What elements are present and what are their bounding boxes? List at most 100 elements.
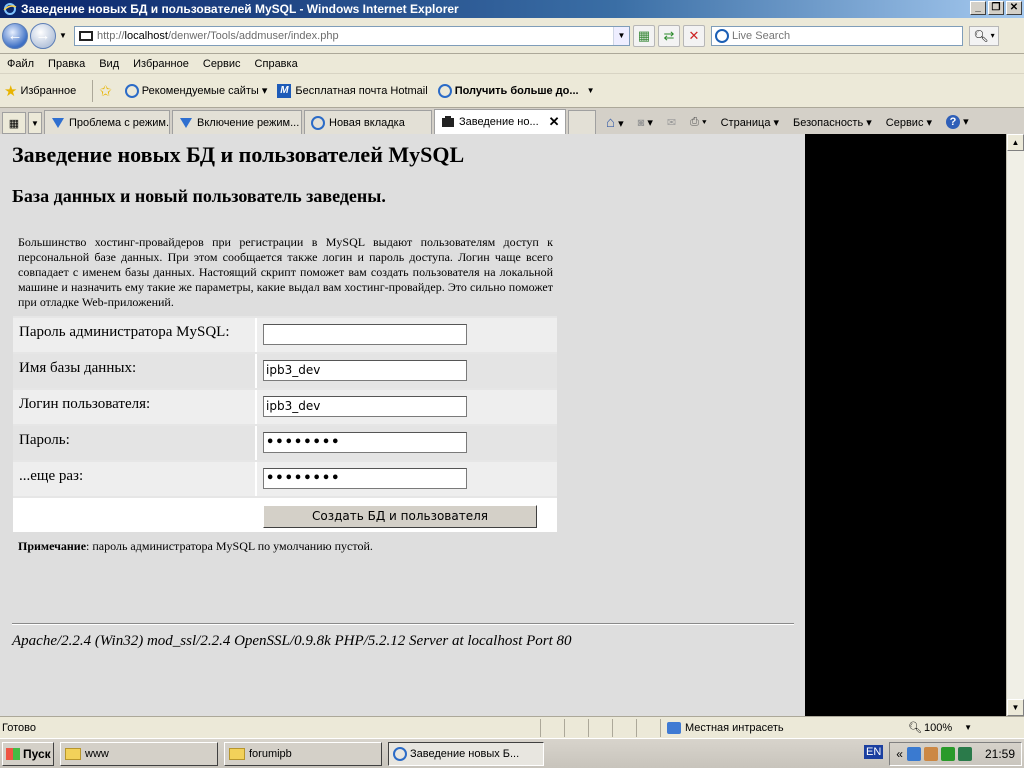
scroll-down-button[interactable]: ▼ xyxy=(1007,699,1024,716)
form-row: Логин пользователя: ipb3_dev xyxy=(13,388,557,424)
close-tab-icon[interactable]: ✕ xyxy=(549,114,560,130)
favorites-button[interactable]: ★ Избранное xyxy=(4,82,76,100)
tab-bar: ▦ ▼ Проблема с режим... Включение режим.… xyxy=(0,108,1024,134)
vertical-scrollbar[interactable]: ▲ ▼ xyxy=(1006,134,1024,716)
refresh-button[interactable]: ⇄ xyxy=(658,24,680,47)
print-button[interactable]: ⎙ ▾ xyxy=(690,116,707,129)
ie-page-icon xyxy=(311,115,325,130)
quick-tabs-button[interactable]: ▦ xyxy=(2,112,26,134)
page-title: Заведение новых БД и пользователей MySQL xyxy=(12,142,465,167)
user-form: Пароль администратора MySQL: Имя базы да… xyxy=(13,316,557,532)
address-url: http://localhost/denwer/Tools/addmuser/i… xyxy=(97,29,339,42)
antivirus-icon[interactable] xyxy=(940,747,955,761)
tools-menu-button[interactable]: Сервис ▾ xyxy=(886,116,932,129)
user-login-field[interactable]: ipb3_dev xyxy=(263,396,467,417)
form-row: Пароль администратора MySQL: xyxy=(13,316,557,352)
password-field[interactable]: •••••••• xyxy=(263,432,467,453)
menu-bar: Файл Правка Вид Избранное Сервис Справка xyxy=(0,54,1024,74)
stop-icon: ✕ xyxy=(688,27,700,43)
note-text: Примечание: пароль администратора MySQL … xyxy=(18,539,373,553)
chevron-down-icon: ▼ xyxy=(31,118,39,128)
search-box[interactable] xyxy=(711,25,963,46)
page-menu-button[interactable]: Страница ▾ xyxy=(721,116,779,129)
menu-tools[interactable]: Сервис xyxy=(203,58,241,70)
empty-label-cell xyxy=(13,498,257,532)
taskbar-item-forumipb[interactable]: forumipb xyxy=(224,741,382,766)
taskbar-item-www[interactable]: www xyxy=(60,741,218,766)
menu-view[interactable]: Вид xyxy=(99,58,119,70)
page-subtitle: База данных и новый пользователь заведен… xyxy=(12,186,386,206)
tab-current[interactable]: Заведение но... ✕ xyxy=(434,109,566,134)
add-favorite-button[interactable]: ✩ xyxy=(99,82,115,100)
maximize-button[interactable]: ❐ xyxy=(988,1,1004,15)
mail-button[interactable]: ✉ xyxy=(667,116,676,129)
search-button[interactable]: 🔍︎ ▾ xyxy=(969,25,999,46)
status-panel xyxy=(564,718,588,737)
safety-menu-button[interactable]: Безопасность ▾ xyxy=(793,116,872,129)
mail-icon: ✉ xyxy=(666,116,677,129)
feeds-button[interactable]: ◙ ▾ xyxy=(638,116,653,129)
create-db-user-button[interactable]: Создать БД и пользователя xyxy=(263,505,537,528)
home-icon: ⌂ xyxy=(606,113,616,131)
update-icon[interactable] xyxy=(957,747,972,761)
add-favorite-icon: ✩ xyxy=(99,82,112,100)
start-button[interactable]: Пуск xyxy=(2,741,54,766)
form-row: Пароль: •••••••• xyxy=(13,424,557,460)
suggested-sites-link[interactable]: Рекомендуемые сайты ▾ xyxy=(124,83,267,98)
language-indicator[interactable]: EN xyxy=(864,745,884,759)
refresh-icon: ⇄ xyxy=(663,27,675,43)
address-field[interactable]: http://localhost/denwer/Tools/addmuser/i… xyxy=(74,25,630,46)
stop-button[interactable]: ✕ xyxy=(683,24,705,47)
search-input[interactable] xyxy=(729,29,962,42)
admin-password-field[interactable] xyxy=(263,324,467,345)
menu-file[interactable]: Файл xyxy=(7,58,34,70)
page-description: Большинство хостинг-провайдеров при реги… xyxy=(18,235,553,309)
home-button[interactable]: ⌂ ▾ xyxy=(606,114,624,131)
printer-icon: ⎙ xyxy=(690,115,699,128)
db-name-field[interactable]: ipb3_dev xyxy=(263,360,467,381)
help-button[interactable]: ? ▾ xyxy=(946,115,969,129)
favorites-bar: ★ Избранное ✩ Рекомендуемые сайты ▾ M Бе… xyxy=(0,74,1024,108)
compatibility-icon: ▦ xyxy=(637,27,651,43)
system-tray: « 21:59 xyxy=(889,742,1022,766)
tab-enable-mode[interactable]: Включение режим... xyxy=(172,110,302,134)
window-titlebar: Заведение новых БД и пользователей MySQL… xyxy=(0,0,1024,18)
menu-edit[interactable]: Правка xyxy=(48,58,85,70)
hotmail-link[interactable]: M Бесплатная почта Hotmail xyxy=(277,83,428,98)
form-row: Имя базы данных: ipb3_dev xyxy=(13,352,557,388)
admin-password-label: Пароль администратора MySQL: xyxy=(13,318,257,352)
divider xyxy=(12,623,794,625)
ie-page-icon xyxy=(124,83,139,98)
tab-problem[interactable]: Проблема с режим... xyxy=(44,110,170,134)
denwer-icon xyxy=(442,116,454,127)
address-dropdown-button[interactable]: ▼ xyxy=(613,26,629,45)
history-dropdown-button[interactable]: ▼ xyxy=(58,31,68,40)
security-icon[interactable] xyxy=(923,747,938,761)
new-tab-button[interactable] xyxy=(568,110,596,134)
status-panel xyxy=(588,718,612,737)
network-icon[interactable] xyxy=(906,747,921,761)
rss-icon: ◙ xyxy=(637,116,645,129)
back-button[interactable]: ← xyxy=(2,22,28,49)
clock: 21:59 xyxy=(984,747,1015,761)
tab-list-button[interactable]: ▼ xyxy=(28,112,42,134)
minimize-button[interactable]: _ xyxy=(970,1,986,15)
menu-help[interactable]: Справка xyxy=(255,58,298,70)
zoom-control[interactable]: 🔍︎ 100% ▼ xyxy=(908,721,972,735)
page-icon xyxy=(79,30,93,41)
get-more-addons-link[interactable]: Получить больше до... ▼ xyxy=(437,83,594,98)
forum-icon xyxy=(52,117,64,128)
menu-favorites[interactable]: Избранное xyxy=(133,58,189,70)
arrow-left-icon: ← xyxy=(7,27,23,44)
forward-button[interactable]: → xyxy=(30,22,56,49)
window-title: Заведение новых БД и пользователей MySQL… xyxy=(21,2,459,16)
password-repeat-field[interactable]: •••••••• xyxy=(263,468,467,489)
compatibility-view-button[interactable]: ▦ xyxy=(633,24,655,47)
grid-icon: ▦ xyxy=(8,117,20,130)
security-zone[interactable]: Местная интрасеть xyxy=(660,718,868,737)
scroll-up-button[interactable]: ▲ xyxy=(1007,134,1024,151)
tab-new-tab[interactable]: Новая вкладка xyxy=(304,110,432,134)
close-window-button[interactable]: ✕ xyxy=(1006,1,1022,15)
tray-expand-button[interactable]: « xyxy=(896,747,903,761)
taskbar-item-ie[interactable]: Заведение новых Б... xyxy=(388,741,544,766)
